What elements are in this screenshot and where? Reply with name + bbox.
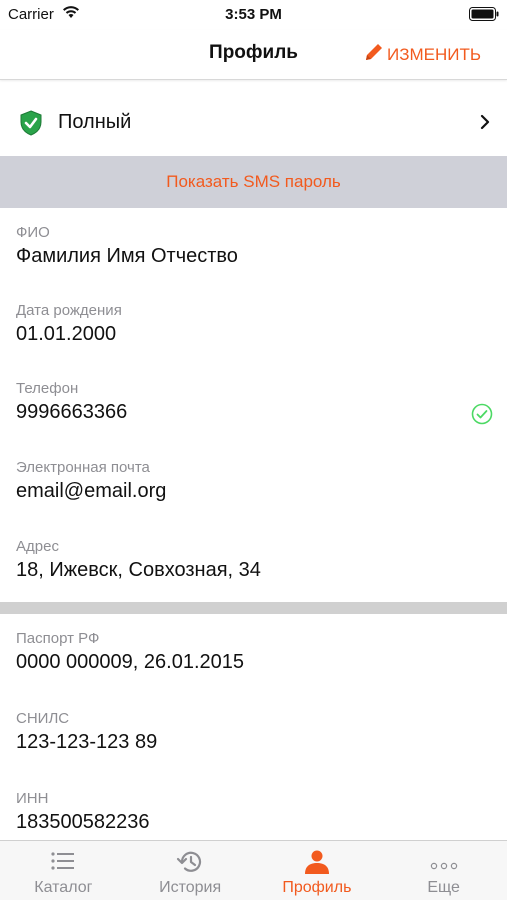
verification-level-label: Полный [58,111,132,133]
field-fio: ФИО Фамилия Имя Отчество [16,224,486,268]
field-value: 0000 000009, 26.01.2015 [16,651,244,673]
tab-bar: Каталог История Профиль Еще [0,840,507,900]
chevron-right-icon [480,114,490,135]
field-label: Паспорт РФ [16,630,100,647]
field-value: 18, Ижевск, Совхозная, 34 [16,559,261,581]
field-label: ИНН [16,790,49,807]
field-inn: ИНН 183500582236 [16,790,486,834]
section-separator [0,602,507,614]
field-label: СНИЛС [16,710,70,727]
field-value: 123-123-123 89 [16,731,158,753]
field-value: Фамилия Имя Отчество [16,245,238,267]
field-value: 01.01.2000 [16,323,117,345]
edit-button-label: ИЗМЕНИТЬ [386,44,481,64]
field-email: Электронная почта email@email.org [16,459,486,503]
tab-label: Профиль [282,879,352,896]
field-value: 183500582236 [16,811,150,833]
field-birth-date: Дата рождения 01.01.2000 [16,302,486,346]
history-icon [176,849,204,880]
field-phone: Телефон 9996663366 [16,380,486,424]
more-icon [430,857,458,875]
status-time: 3:53 PM [225,6,282,23]
field-label: Адрес [16,538,59,555]
field-address: Адрес 18, Ижевск, Совхозная, 34 [16,538,486,582]
field-label: Телефон [16,380,79,397]
field-value: email@email.org [16,480,167,502]
tab-label: Каталог [34,879,93,896]
tab-history[interactable]: История [127,841,254,900]
tab-more[interactable]: Еще [380,841,507,900]
tab-profile[interactable]: Профиль [254,841,381,900]
tab-label: История [159,879,222,896]
field-passport: Паспорт РФ 0000 000009, 26.01.2015 [16,630,486,674]
edit-button[interactable]: ИЗМЕНИТЬ [363,41,481,68]
show-sms-password-button[interactable]: Показать SMS пароль [0,156,507,208]
field-label: Дата рождения [16,302,122,319]
field-label: ФИО [16,224,50,241]
person-icon [304,849,330,880]
tab-label: Еще [427,879,460,896]
tab-catalog[interactable]: Каталог [0,841,127,900]
field-snils: СНИЛС 123-123-123 89 [16,710,486,754]
list-icon [50,849,76,878]
field-value: 9996663366 [16,401,128,423]
field-label: Электронная почта [16,459,150,476]
verification-level-row[interactable]: Полный [0,90,507,156]
nav-bar: Профиль ИЗМЕНИТЬ [0,30,507,80]
status-bar: Carrier 3:53 PM [0,0,507,30]
shield-check-icon [19,110,43,141]
battery-icon [469,7,499,25]
check-circle-icon [471,403,493,430]
pencil-icon [363,41,385,68]
